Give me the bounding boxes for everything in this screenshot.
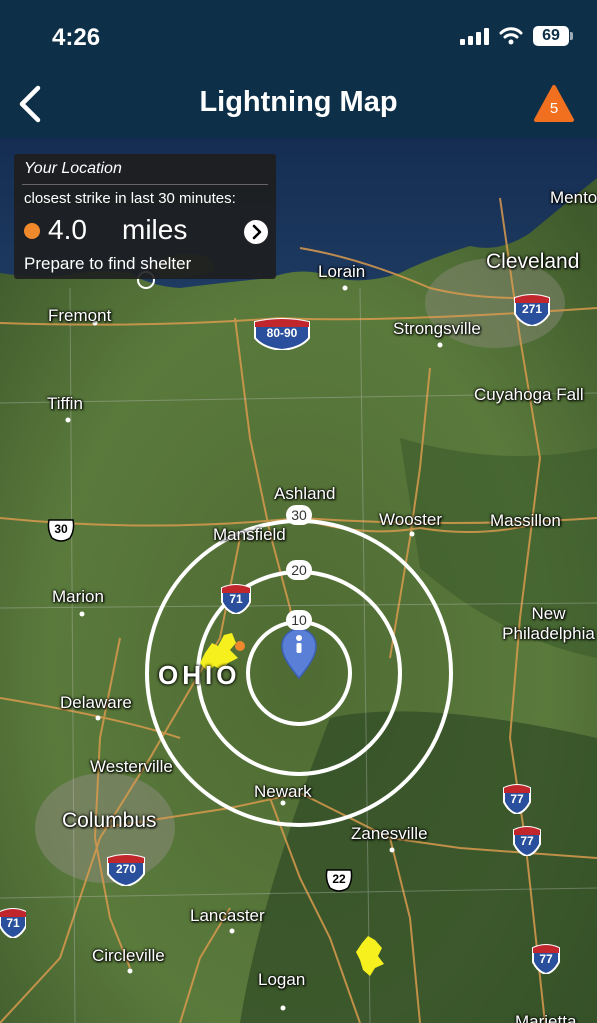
city-label-ashland: Ashland [274,484,336,503]
city-label-new-philadelphia: New Philadelphia [502,604,595,643]
us-route-shield-30: 30 [46,518,76,544]
city-label-mansfield: Mansfield [213,525,286,544]
city-label-cleveland: Cleveland [486,250,580,273]
city-label-lorain: Lorain [318,262,366,281]
interstate-shield-77-c: 77 [531,944,561,974]
city-label-marietta: Marietta [515,1012,577,1023]
state-label: OHIO [158,660,241,690]
interstate-shield-77-b: 77 [512,826,542,856]
interstate-shield-271: 271 [513,294,551,326]
strike-indicator-dot [24,223,40,239]
status-time: 4:26 [52,24,101,51]
city-label-logan: Logan [258,970,306,989]
city-label-cuyahoga-falls: Cuyahoga Fall [474,385,584,404]
city-label-tiffin: Tiffin [47,394,83,413]
city-label-fremont: Fremont [48,306,112,325]
chevron-right-icon[interactable] [244,220,268,244]
panel-subtitle: closest strike in last 30 minutes: [24,190,236,207]
nav-bar: Lightning Map 5 [0,70,597,138]
city-label-delaware: Delaware [60,693,132,712]
closest-strike-panel[interactable]: Your Location closest strike in last 30 … [14,154,276,279]
city-label-massillon: Massillon [490,511,561,530]
interstate-shield-80-90: 80-90 [253,318,311,350]
city-label-newark: Newark [254,782,312,801]
strike-distance: 4.0 [48,214,87,245]
interstate-shield-77-a: 77 [502,784,532,814]
strike-distance-unit: miles [122,214,188,245]
interstate-shield-270: 270 [106,854,146,886]
city-label-mentor: Mento [550,188,597,207]
ring-label-30: 30 [286,505,312,525]
city-label-strongsville: Strongsville [393,319,481,338]
panel-divider [22,184,268,185]
city-label-marion: Marion [52,587,104,606]
panel-header: Your Location [24,160,122,177]
status-icons: 69 [460,26,573,46]
city-label-columbus: Columbus [62,809,157,832]
city-label-wooster: Wooster [379,510,442,529]
city-label-westerville: Westerville [90,757,173,776]
alert-count: 5 [549,100,559,117]
wifi-icon [499,27,523,45]
interstate-shield-71-south: 71 [0,908,26,938]
status-bar: 4:26 69 [0,0,597,70]
city-label-circleville: Circleville [92,946,165,965]
city-label-lancaster: Lancaster [190,906,265,925]
shelter-advice: Prepare to find shelter [24,254,192,273]
alert-button[interactable]: 5 [533,84,575,124]
battery-icon: 69 [533,26,573,46]
ring-label-10: 10 [286,610,312,630]
us-route-shield-22: 22 [324,868,354,894]
ring-label-20: 20 [286,560,312,580]
cellular-signal-icon [460,27,489,45]
interstate-shield-71-north: 71 [220,584,252,614]
page-title: Lightning Map [199,86,398,118]
city-label-zanesville: Zanesville [351,824,428,843]
